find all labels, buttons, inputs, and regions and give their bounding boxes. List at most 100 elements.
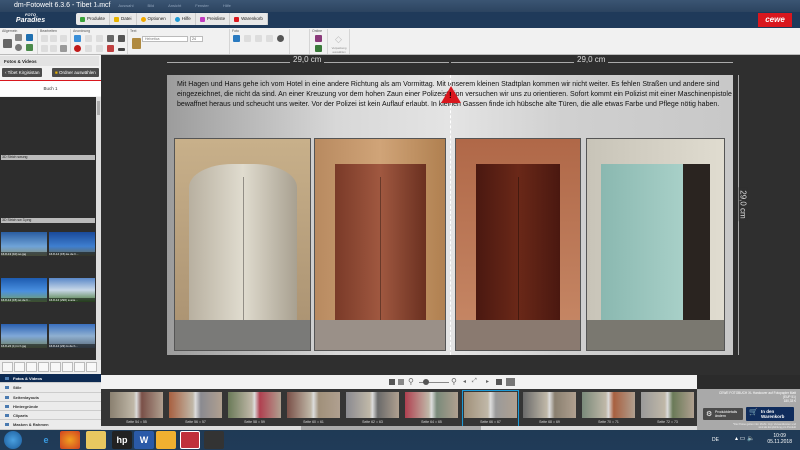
clock[interactable]: 10:09 05.11.2018 <box>767 433 792 445</box>
tray-icons[interactable]: ▴ ▭ 🔈 <box>735 435 755 442</box>
enhance-icon[interactable] <box>255 35 262 42</box>
zoom-in-icon[interactable] <box>14 362 25 372</box>
page-thumbnail[interactable]: Seite 70 = 71 <box>582 392 635 427</box>
single-view-icon[interactable] <box>389 379 395 385</box>
photo-thumb[interactable]: 16.8-14 (15) ke de h... <box>49 232 95 256</box>
photo-thumb[interactable]: 16.8-14 (15) so de h... <box>1 278 47 302</box>
choose-folder-button[interactable]: ■ Ordner auswählen <box>52 68 99 77</box>
frame-icon[interactable] <box>74 35 81 42</box>
menu-datei-main[interactable]: Datei <box>110 13 137 25</box>
photo-thumb[interactable]: 16.8-24 (1) in h.jpg <box>1 324 47 348</box>
product-details-button[interactable]: ⚙ Produktdetails ändern <box>703 408 743 420</box>
page-thumbnail[interactable]: Seite 58 = 59 <box>228 392 281 427</box>
language-indicator[interactable]: DE <box>712 437 719 443</box>
menu-fenster[interactable]: Fenster <box>195 3 209 8</box>
grid-view-icon[interactable] <box>398 379 404 385</box>
zoom-out-icon[interactable] <box>2 362 13 372</box>
page-thumbnail[interactable]: Seite 68 = 69 <box>523 392 576 427</box>
copy-icon[interactable] <box>50 45 57 52</box>
lock-icon[interactable] <box>107 45 114 52</box>
font-size-select[interactable]: 24 <box>190 36 203 42</box>
book-tab[interactable]: Buch 1 <box>0 81 101 96</box>
save-icon[interactable] <box>15 34 22 41</box>
back-folder-button[interactable]: ‹ Tibet Kirgisistan <box>2 68 42 77</box>
image-icon[interactable] <box>26 34 33 41</box>
hp-icon[interactable]: hp <box>112 431 132 449</box>
add-photo-icon[interactable] <box>233 35 240 42</box>
photo-door-white[interactable] <box>174 138 311 351</box>
category-masken-rahmen[interactable]: Masken & Rahmen <box>0 420 101 430</box>
explorer-icon[interactable] <box>86 431 106 449</box>
photo-label[interactable]: 3D Strich swung <box>1 155 95 160</box>
bring-forward-icon[interactable] <box>107 35 114 42</box>
packaging-button[interactable]: Verpackung auswählen ◇ <box>328 29 350 54</box>
menu-hilfe[interactable]: Hilfe <box>223 3 231 8</box>
camera-app-icon[interactable] <box>204 431 224 449</box>
more-icon[interactable] <box>118 48 125 51</box>
next-page-icon[interactable]: ▸ <box>486 378 489 385</box>
dm-fotowelt-taskbar-icon[interactable] <box>180 431 200 449</box>
photo-thumb[interactable]: 16.8-13 (10) so.jpg <box>1 232 47 256</box>
page-thumbnail[interactable]: Seite 60 = 61 <box>287 392 340 427</box>
magnet-icon[interactable] <box>74 45 81 52</box>
tools-icon[interactable] <box>26 44 33 51</box>
flip-icon[interactable] <box>96 35 103 42</box>
photo-label[interactable]: 3D Strich sw 3.png <box>1 218 95 223</box>
page-thumbnail[interactable]: Seite 64 = 65 <box>405 392 458 427</box>
photo-thumb[interactable]: 16.8-14 (296) a ans... <box>49 278 95 302</box>
more-icon[interactable] <box>86 362 97 372</box>
page-thumbnail[interactable]: Seite 72 = 73 <box>641 392 694 427</box>
page-thumbnail[interactable]: Seite 56 = 57 <box>169 392 222 427</box>
page-icon[interactable] <box>496 379 502 385</box>
menu-preisliste[interactable]: Preisliste <box>196 13 231 25</box>
fit-icon[interactable]: ⤢ <box>472 378 477 385</box>
menu-hilfe-main[interactable]: Hilfe <box>171 13 196 25</box>
menu-bild[interactable]: Bild <box>147 3 154 8</box>
export-icon[interactable] <box>74 362 85 372</box>
photo-door-red[interactable] <box>314 138 446 351</box>
category-hintergruende[interactable]: Hintergründe <box>0 401 101 412</box>
shape-icon[interactable] <box>277 35 284 42</box>
menu-warenkorb[interactable]: Warenkorb <box>230 13 268 25</box>
ie-icon[interactable]: e <box>36 431 56 449</box>
font-select[interactable]: Helvetica <box>142 36 188 42</box>
menu-produkte[interactable]: Produkte <box>76 13 111 25</box>
settings-icon[interactable] <box>15 44 22 51</box>
redo-icon[interactable] <box>50 35 57 42</box>
start-button[interactable] <box>4 431 22 449</box>
undo-icon[interactable] <box>41 35 48 42</box>
menu-optionen[interactable]: Optionen <box>137 13 171 25</box>
delete-icon[interactable] <box>60 35 67 42</box>
crop-icon[interactable] <box>244 35 251 42</box>
page-thumbnail[interactable]: Seite 54 = 55 <box>110 392 163 427</box>
prev-page-icon[interactable]: ◂ <box>463 378 466 385</box>
distribute-icon[interactable] <box>96 45 103 52</box>
category-cliparts[interactable]: Cliparts <box>0 411 101 421</box>
cut-icon[interactable] <box>41 45 48 52</box>
filter-icon[interactable] <box>50 362 61 372</box>
add-text-icon[interactable] <box>132 38 141 49</box>
rotate-icon[interactable] <box>85 35 92 42</box>
send-back-icon[interactable] <box>118 35 125 42</box>
photo-thumb[interactable]: 16.8-14 (23) to de h... <box>49 324 95 348</box>
warning-icon[interactable] <box>441 86 461 103</box>
category-seitenlayouts[interactable]: Seitenlayouts <box>0 392 101 402</box>
share-icon[interactable] <box>315 35 322 42</box>
photo-door-turquoise[interactable] <box>586 138 725 351</box>
category-stile[interactable]: Stile <box>0 383 101 393</box>
word-icon[interactable]: W <box>134 431 154 449</box>
app-icon[interactable] <box>156 431 176 449</box>
page-thumbnail[interactable]: Seite 62 = 63 <box>346 392 399 427</box>
photo-door-brown[interactable] <box>455 138 581 351</box>
sort-icon[interactable] <box>38 362 49 372</box>
effect-icon[interactable] <box>266 35 273 42</box>
firefox-icon[interactable] <box>60 431 80 449</box>
grid-icon[interactable] <box>26 362 37 372</box>
category-fotos-videos[interactable]: Fotos & Videos <box>0 374 101 384</box>
view-icon[interactable] <box>62 362 73 372</box>
zoom-slider-handle[interactable] <box>423 379 429 385</box>
filmstrip-icon[interactable] <box>506 378 515 386</box>
upload-icon[interactable] <box>315 45 322 52</box>
menu-datei[interactable]: Datei <box>95 3 104 8</box>
add-to-cart-button[interactable]: 🛒 In den Warenkorb <box>746 407 794 421</box>
